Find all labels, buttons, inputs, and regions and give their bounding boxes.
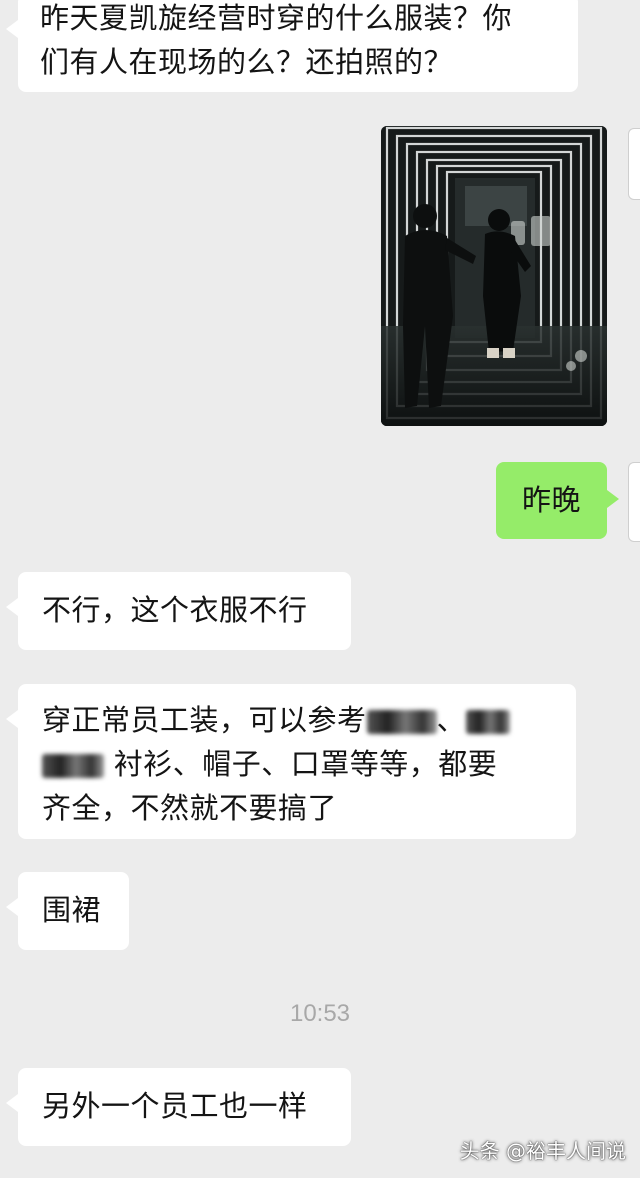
message-text: 围裙 (42, 893, 102, 927)
watermark: 头条 @裕丰人间说 (459, 1139, 626, 1163)
redacted-text (42, 754, 104, 778)
message-bubble-incoming[interactable]: 另外一个员工也一样 (6, 1068, 351, 1146)
redacted-text (466, 710, 511, 734)
message-text: 不行，这个衣服不行 (42, 593, 308, 627)
chat-area[interactable]: 昨天夏凯旋经营时穿的什么服装？你 们有人在现场的么？还拍照的？ 昨晚 不行，这个… (0, 0, 640, 1178)
avatar[interactable] (628, 462, 640, 542)
message-text: 昨天夏凯旋经营时穿的什么服装？你 (40, 1, 513, 35)
message-text-part: 穿正常员工装，可以参考 (42, 703, 367, 737)
message-bubble-incoming[interactable]: 围裙 (6, 872, 129, 950)
message-text: 们有人在现场的么？还拍照的？ (40, 45, 454, 79)
message-text: 穿正常员工装，可以参考 、 (42, 698, 576, 742)
message-bubble-outgoing[interactable]: 昨晚 (496, 462, 619, 539)
message-timestamp: 10:53 (289, 1000, 351, 1027)
message-bubble-incoming[interactable]: 不行，这个衣服不行 (6, 572, 351, 650)
photo-message[interactable] (381, 126, 607, 426)
message-text-part: 衬衫、帽子、口罩等等，都要 (113, 747, 498, 781)
message-text: 衬衫、帽子、口罩等等，都要 (42, 742, 576, 786)
message-bubble-incoming[interactable]: 昨天夏凯旋经营时穿的什么服装？你 们有人在现场的么？还拍照的？ (6, 0, 578, 92)
message-text: 另外一个员工也一样 (42, 1089, 308, 1123)
message-text: 齐全，不然就不要搞了 (42, 791, 338, 825)
avatar[interactable] (628, 128, 640, 200)
message-bubble-incoming[interactable]: 穿正常员工装，可以参考 、 衬衫、帽子、口罩等等，都要 齐全，不然就不要搞了 (6, 684, 576, 839)
redacted-text (366, 710, 437, 734)
message-text: 昨晚 (521, 483, 581, 517)
message-text-part: 、 (436, 703, 467, 737)
photo-image (381, 126, 607, 426)
